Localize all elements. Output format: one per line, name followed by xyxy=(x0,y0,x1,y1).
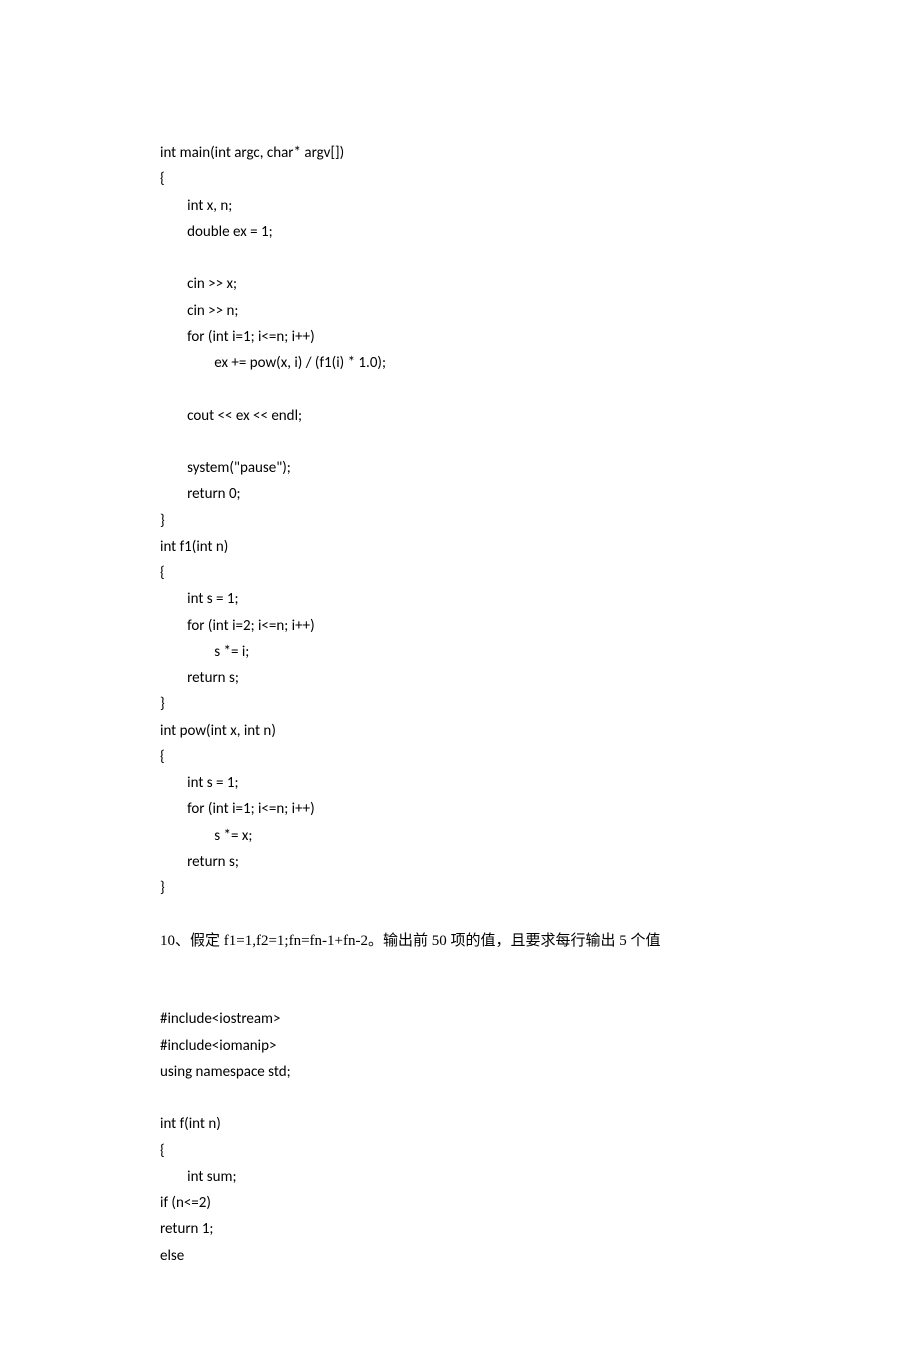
code-line: return s; xyxy=(160,665,760,691)
code-line: int x, n; xyxy=(160,193,760,219)
code-line: } xyxy=(160,875,760,901)
document-page: int main(int argc, char* argv[]) { int x… xyxy=(0,0,920,1369)
code-line: } xyxy=(160,691,760,717)
code-line: { xyxy=(160,744,760,770)
code-line: { xyxy=(160,166,760,192)
code-block-2: #include<iostream> #include<iomanip> usi… xyxy=(160,1006,760,1269)
code-line: int pow(int x, int n) xyxy=(160,718,760,744)
code-line: cin >> n; xyxy=(160,298,760,324)
code-line: int s = 1; xyxy=(160,770,760,796)
code-line: s *= x; xyxy=(160,823,760,849)
code-line: int main(int argc, char* argv[]) xyxy=(160,140,760,166)
code-line: using namespace std; xyxy=(160,1059,760,1085)
code-line: return 0; xyxy=(160,481,760,507)
code-line: int s = 1; xyxy=(160,586,760,612)
code-line: for (int i=1; i<=n; i++) xyxy=(160,796,760,822)
code-line: return 1; xyxy=(160,1216,760,1242)
code-line: } xyxy=(160,508,760,534)
code-line: { xyxy=(160,560,760,586)
code-line: #include<iostream> xyxy=(160,1006,760,1032)
code-line: { xyxy=(160,1138,760,1164)
code-line: for (int i=2; i<=n; i++) xyxy=(160,613,760,639)
question-text: 10、假定 f1=1,f2=1;fn=fn-1+fn-2。输出前 50 项的值，… xyxy=(160,928,760,954)
code-block-1: int main(int argc, char* argv[]) { int x… xyxy=(160,140,760,901)
code-line: system("pause"); xyxy=(160,455,760,481)
code-line: for (int i=1; i<=n; i++) xyxy=(160,324,760,350)
code-line: cin >> x; xyxy=(160,271,760,297)
code-line: ex += pow(x, i) / (f1(i) * 1.0); xyxy=(160,350,760,376)
code-line: int sum; xyxy=(160,1164,760,1190)
code-line: return s; xyxy=(160,849,760,875)
code-line: s *= i; xyxy=(160,639,760,665)
code-line: #include<iomanip> xyxy=(160,1033,760,1059)
code-line: int f1(int n) xyxy=(160,534,760,560)
code-line: double ex = 1; xyxy=(160,219,760,245)
code-line: cout << ex << endl; xyxy=(160,403,760,429)
code-line: else xyxy=(160,1243,760,1269)
code-line: if (n<=2) xyxy=(160,1190,760,1216)
code-line: int f(int n) xyxy=(160,1111,760,1137)
